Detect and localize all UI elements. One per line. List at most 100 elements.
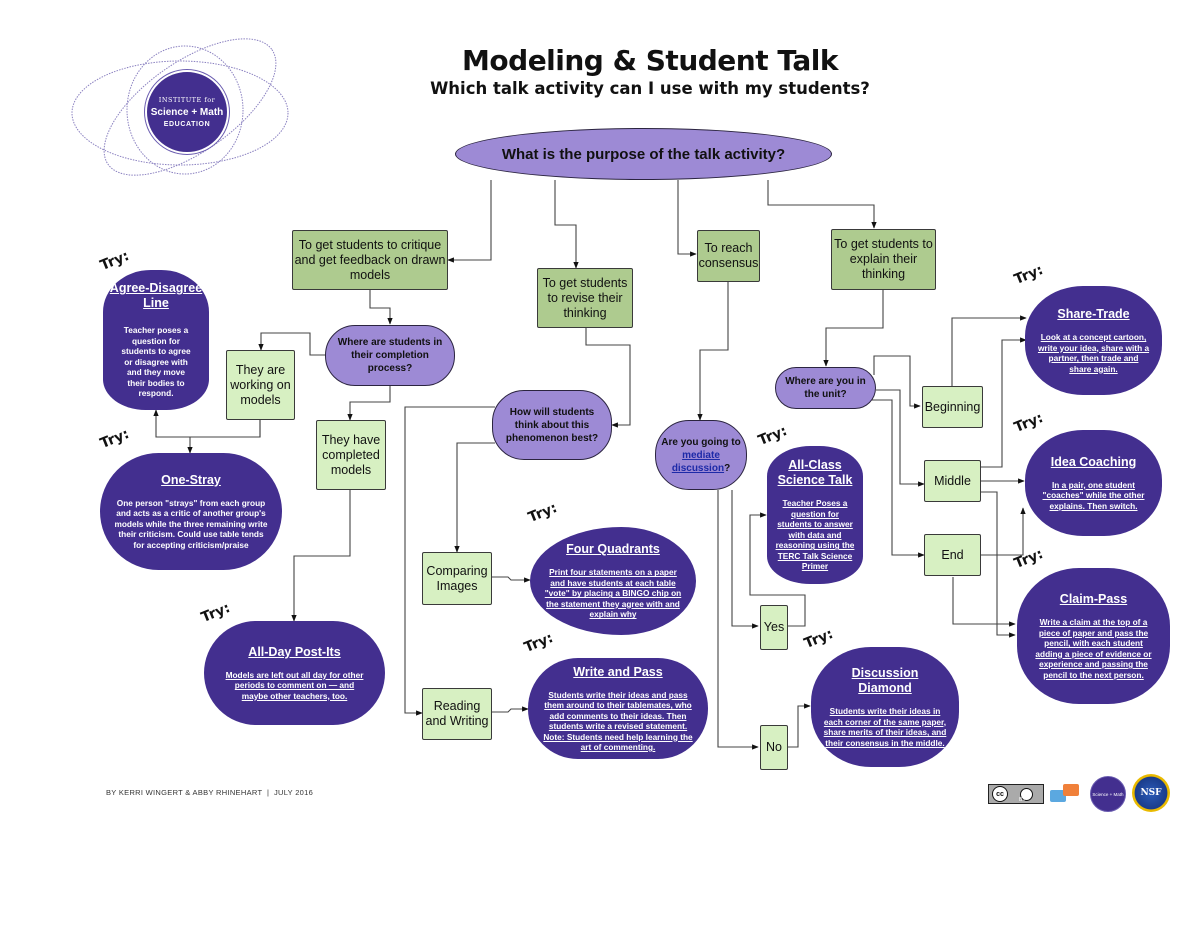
question-mediate[interactable]: Are you going to mediate discussion? [655, 420, 747, 490]
page-title: Modeling & Student Talk [462, 44, 838, 77]
try-label-agree: Try: [98, 248, 132, 274]
activity-share-trade-desc[interactable]: Look at a concept cartoon, write your id… [1037, 332, 1150, 374]
activity-write-pass[interactable]: Write and Pass Students write their idea… [528, 658, 708, 759]
cc-icon: cc [992, 786, 1008, 802]
option-working[interactable]: They are working on models [226, 350, 295, 420]
question-unit[interactable]: Where are you in the unit? [775, 367, 876, 409]
edge-root-explain [767, 180, 877, 229]
activity-idea-coaching-desc[interactable]: In a pair, one student "coaches" while t… [1037, 480, 1150, 512]
orange-bubble-icon [1063, 784, 1079, 796]
activity-one-stray-desc: One person "strays" from each group and … [114, 497, 268, 550]
question-phenomenon-text: How will students think about this pheno… [505, 406, 599, 444]
option-no-text: No [766, 740, 782, 754]
page-subtitle: Which talk activity can I use with my st… [430, 79, 870, 98]
activity-all-class-title[interactable]: All-Class Science Talk [773, 458, 857, 488]
option-no[interactable]: No [760, 725, 788, 770]
option-completed[interactable]: They have completed models [316, 420, 386, 490]
purpose-revise-text: To get students to revise their thinking [542, 275, 628, 320]
chat-bubbles-logo [1050, 784, 1084, 806]
try-label-writepass: Try: [522, 630, 556, 656]
option-yes[interactable]: Yes [760, 605, 788, 650]
option-completed-text: They have completed models [321, 432, 381, 477]
cc-by-label: BY [1019, 797, 1026, 803]
option-middle[interactable]: Middle [924, 460, 981, 502]
try-label-onestray: Try: [98, 426, 132, 452]
activity-claim-pass[interactable]: Claim-Pass Write a claim at the top of a… [1017, 568, 1170, 704]
activity-four-quadrants-desc[interactable]: Print four statements on a paper and hav… [544, 567, 682, 620]
edge-explain-unit [823, 290, 884, 367]
activity-discussion-diamond[interactable]: Discussion Diamond Students write their … [811, 647, 959, 767]
question-unit-text: Where are you in the unit? [785, 376, 866, 400]
activity-share-trade[interactable]: Share-Trade Look at a concept cartoon, w… [1025, 286, 1162, 395]
edge-completed-allday [291, 490, 351, 622]
question-phenomenon[interactable]: How will students think about this pheno… [492, 390, 612, 460]
option-comparing-text: Comparing Images [426, 563, 488, 593]
purpose-consensus-text: To reach consensus [698, 241, 759, 270]
edge-working-onestray [187, 420, 261, 454]
activity-all-day-title[interactable]: All-Day Post-Its [248, 645, 340, 660]
activity-discussion-diamond-desc[interactable]: Students write their ideas in each corne… [821, 706, 949, 748]
edge-consensus-mediate [697, 282, 729, 421]
activity-four-quadrants-title[interactable]: Four Quadrants [566, 542, 660, 557]
edge-unit-middle [876, 389, 925, 487]
option-working-text: They are working on models [230, 362, 291, 407]
activity-claim-pass-desc[interactable]: Write a claim at the top of a piece of p… [1031, 617, 1156, 680]
purpose-critique[interactable]: To get students to critique and get feed… [292, 230, 448, 290]
edge-middle-claimpass [981, 491, 1016, 638]
activity-one-stray[interactable]: One-Stray One person "strays" from each … [100, 453, 282, 570]
option-comparing[interactable]: Comparing Images [422, 552, 492, 605]
edge-critique-completion [369, 290, 393, 325]
option-middle-text: Middle [934, 473, 971, 488]
mediate-discussion-link[interactable]: mediate discussion [672, 450, 724, 474]
cc-by-license-badge[interactable]: cc BY [988, 784, 1044, 804]
option-beginning[interactable]: Beginning [922, 386, 983, 428]
activity-idea-coaching-title[interactable]: Idea Coaching [1051, 455, 1136, 470]
footer-credit: BY KERRI WINGERT & ABBY RHINEHART | JULY… [106, 788, 314, 797]
purpose-critique-text: To get students to critique and get feed… [294, 237, 446, 282]
purpose-consensus[interactable]: To reach consensus [697, 230, 760, 282]
option-end-text: End [941, 547, 964, 562]
logo-line3: EDUCATION [163, 121, 211, 128]
option-end[interactable]: End [924, 534, 981, 576]
activity-discussion-diamond-title[interactable]: Discussion Diamond [821, 666, 949, 696]
edge-no-diamond [788, 703, 811, 748]
mediate-suffix: ? [724, 462, 731, 474]
activity-all-day[interactable]: All-Day Post-Its Models are left out all… [204, 621, 385, 725]
edge-root-revise [554, 180, 579, 269]
activity-share-trade-title[interactable]: Share-Trade [1057, 307, 1129, 322]
activity-all-class-desc[interactable]: Teacher Poses a question for students to… [773, 498, 857, 572]
activity-four-quadrants[interactable]: Four Quadrants Print four statements on … [530, 527, 696, 635]
edge-completion-completed [347, 385, 391, 421]
activity-all-day-desc[interactable]: Models are left out all day for other pe… [222, 670, 367, 702]
try-label-ideacoach: Try: [1012, 410, 1046, 436]
question-mediate-text: Are you going to mediate discussion? [659, 436, 743, 475]
purpose-revise[interactable]: To get students to revise their thinking [537, 268, 633, 328]
logo-line2: Science + Math [150, 107, 224, 118]
edge-middle-sharetrade [981, 337, 1027, 468]
activity-agree-disagree[interactable]: Agree-Disagree Line Teacher poses a ques… [103, 270, 209, 410]
edge-phenomenon-comparing [454, 442, 495, 553]
try-label-sharetrade: Try: [1012, 262, 1046, 288]
activity-one-stray-title[interactable]: One-Stray [161, 473, 221, 488]
activity-claim-pass-title[interactable]: Claim-Pass [1060, 592, 1127, 607]
institute-logo-small: Science + Math [1090, 776, 1126, 812]
logo-line1: INSTITUTE for [158, 96, 216, 104]
mediate-prefix: Are you going to [661, 436, 741, 448]
option-reading[interactable]: Reading and Writing [422, 688, 492, 740]
activity-write-pass-title[interactable]: Write and Pass [573, 665, 662, 680]
root-question[interactable]: What is the purpose of the talk activity… [455, 128, 832, 180]
question-completion[interactable]: Where are students in their completion p… [325, 325, 455, 386]
edge-unit-end [870, 399, 925, 558]
activity-agree-disagree-title[interactable]: Agree-Disagree Line [107, 281, 205, 311]
edge-comparing-fourquad [492, 576, 531, 583]
small-logo-text: Science + Math [1092, 791, 1124, 797]
activity-all-class[interactable]: All-Class Science Talk Teacher Poses a q… [767, 446, 863, 584]
edge-unit-beginning [873, 355, 921, 409]
edge-end-claimpass [952, 577, 1016, 627]
activity-idea-coaching[interactable]: Idea Coaching In a pair, one student "co… [1025, 430, 1162, 536]
option-beginning-text: Beginning [924, 399, 981, 414]
purpose-explain[interactable]: To get students to explain their thinkin… [831, 229, 936, 290]
nsf-logo: NSF [1132, 774, 1170, 812]
try-label-allclass: Try: [756, 423, 790, 449]
activity-write-pass-desc[interactable]: Students write their ideas and pass them… [540, 690, 696, 753]
